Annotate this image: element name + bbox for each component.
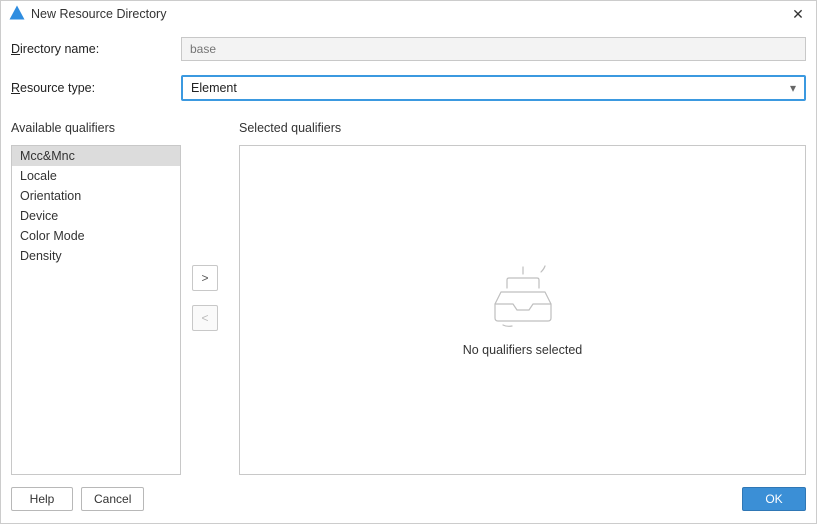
available-list[interactable]: Mcc&MncLocaleOrientationDeviceColor Mode… xyxy=(11,145,181,475)
resource-type-label: Resource type: xyxy=(11,81,181,95)
available-item[interactable]: Device xyxy=(12,206,180,226)
cancel-button[interactable]: Cancel xyxy=(81,487,144,511)
move-left-button: < xyxy=(192,305,218,331)
help-button[interactable]: Help xyxy=(11,487,73,511)
available-item[interactable]: Color Mode xyxy=(12,226,180,246)
empty-text: No qualifiers selected xyxy=(463,343,583,357)
resource-type-value: Element xyxy=(191,81,790,95)
dialog-window: New Resource Directory ✕ Directory name:… xyxy=(0,0,817,524)
move-right-button[interactable]: > xyxy=(192,265,218,291)
available-item[interactable]: Orientation xyxy=(12,186,180,206)
directory-name-row: Directory name: xyxy=(11,37,806,61)
resource-type-select[interactable]: Element ▾ xyxy=(181,75,806,101)
app-logo-icon xyxy=(9,5,25,24)
dialog-title: New Resource Directory xyxy=(31,7,788,21)
empty-tray-icon xyxy=(487,264,559,333)
chevron-down-icon: ▾ xyxy=(790,81,796,95)
form-area: Directory name: Resource type: Element ▾ xyxy=(1,27,816,121)
available-item[interactable]: Locale xyxy=(12,166,180,186)
close-icon[interactable]: ✕ xyxy=(788,6,808,23)
selected-label: Selected qualifiers xyxy=(239,121,806,135)
ok-button[interactable]: OK xyxy=(742,487,806,511)
selected-column: Selected qualifiers No qualif xyxy=(239,121,806,475)
titlebar: New Resource Directory ✕ xyxy=(1,1,816,27)
footer: Help Cancel OK xyxy=(1,483,816,523)
selected-list: No qualifiers selected xyxy=(239,145,806,475)
arrow-controls: > < xyxy=(181,121,229,475)
available-column: Available qualifiers Mcc&MncLocaleOrient… xyxy=(11,121,181,475)
directory-name-input[interactable] xyxy=(181,37,806,61)
resource-type-row: Resource type: Element ▾ xyxy=(11,75,806,101)
directory-name-label: Directory name: xyxy=(11,42,181,56)
available-label: Available qualifiers xyxy=(11,121,181,135)
qualifiers-body: Available qualifiers Mcc&MncLocaleOrient… xyxy=(1,121,816,483)
available-item[interactable]: Density xyxy=(12,246,180,266)
available-item[interactable]: Mcc&Mnc xyxy=(12,146,180,166)
